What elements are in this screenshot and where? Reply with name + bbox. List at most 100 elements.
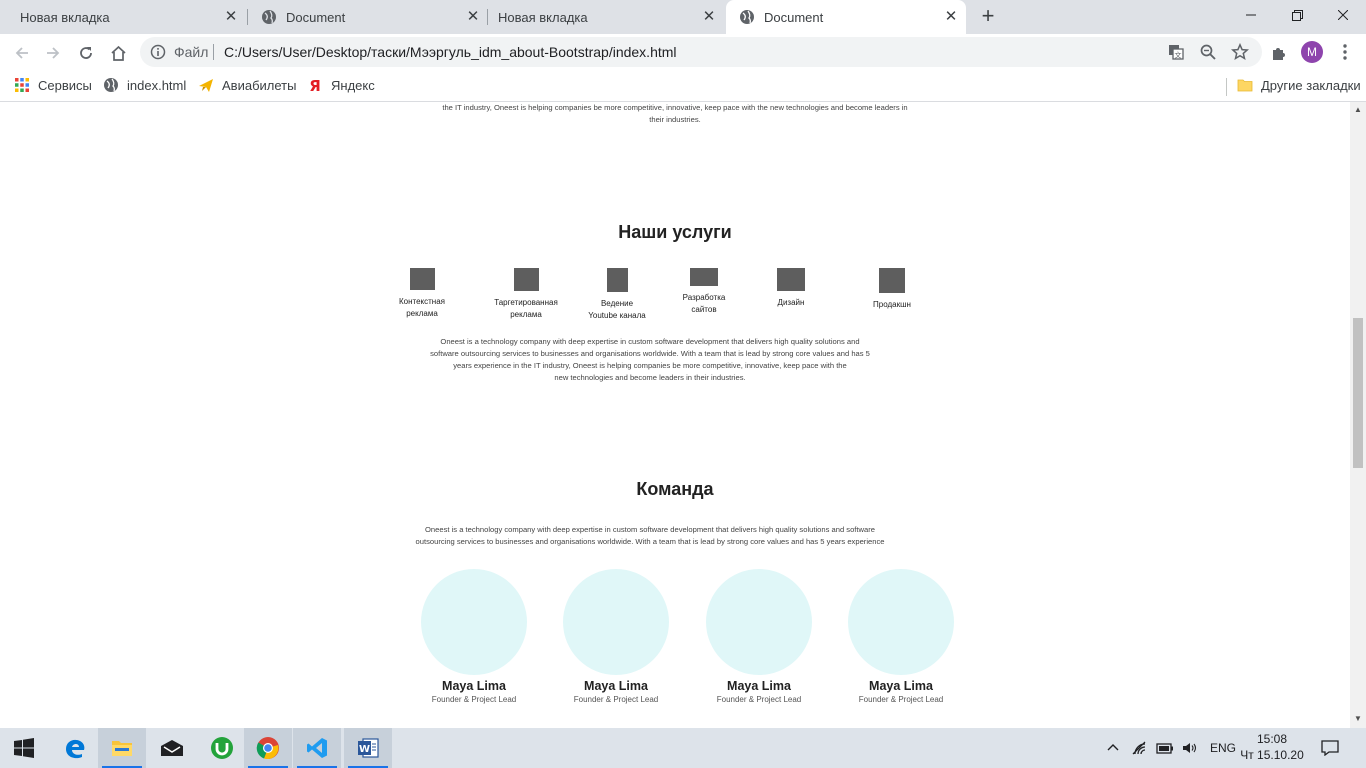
member-photo xyxy=(848,569,954,675)
tab-close-icon[interactable]: ✕ xyxy=(223,9,239,25)
paragraph-line: outsourcing services to businesses and o… xyxy=(415,537,885,546)
member-role: Founder & Project Lead xyxy=(716,695,802,704)
taskbar-vscode[interactable] xyxy=(293,728,341,768)
zoom-icon[interactable] xyxy=(1199,43,1217,61)
member-role: Founder & Project Lead xyxy=(573,695,659,704)
tab-strip: Новая вкладка ✕ Document ✕ Новая вкладка… xyxy=(0,0,1366,34)
globe-icon xyxy=(262,10,276,24)
scrollbar-thumb[interactable] xyxy=(1353,318,1363,468)
restore-button[interactable] xyxy=(1274,0,1320,30)
service-icon xyxy=(777,268,805,291)
chevron-up-icon[interactable] xyxy=(1106,741,1120,755)
scroll-down-icon[interactable]: ▼ xyxy=(1354,715,1362,723)
edge-icon xyxy=(66,739,85,759)
address-bar[interactable]: Файл C:/Users/User/Desktop/таски/Мээргул… xyxy=(140,37,1262,67)
tab-new-tab-1[interactable]: Новая вкладка ✕ xyxy=(0,0,246,34)
tab-document-1[interactable]: Document ✕ xyxy=(248,0,488,34)
action-center-button[interactable] xyxy=(1306,728,1354,768)
team-member-card: Maya Lima Founder & Project Lead xyxy=(689,569,829,704)
menu-kebab-icon[interactable] xyxy=(1335,42,1355,62)
page-scrollbar[interactable]: ▲ ▼ xyxy=(1350,102,1366,728)
taskbar-file-explorer[interactable] xyxy=(98,728,146,768)
paragraph-line: Oneest is a technology company with deep… xyxy=(440,337,860,346)
service-item-youtube[interactable]: Ведение Youtube канала xyxy=(577,268,657,322)
service-item-targeted-ads[interactable]: Таргетированная реклама xyxy=(476,268,576,321)
service-label-line: Youtube канала xyxy=(588,311,646,320)
tab-document-active[interactable]: Document ✕ xyxy=(726,0,966,34)
service-icon xyxy=(513,268,539,291)
clock-time: 15:08 xyxy=(1256,732,1288,746)
other-bookmarks[interactable]: Другие закладки xyxy=(1237,77,1361,93)
start-button[interactable] xyxy=(0,728,48,768)
taskbar-edge[interactable] xyxy=(51,728,99,768)
tab-close-icon[interactable]: ✕ xyxy=(701,9,717,25)
bookmark-services[interactable]: Сервисы xyxy=(14,77,92,93)
bookmark-flights[interactable]: Авиабилеты xyxy=(198,77,296,93)
taskbar-mail[interactable] xyxy=(148,728,196,768)
taskbar-utorrent[interactable] xyxy=(198,728,246,768)
service-label-line: Ведение xyxy=(600,299,634,308)
bookmark-label: Яндекс xyxy=(331,77,375,93)
taskbar-word[interactable]: W xyxy=(344,728,392,768)
windows-taskbar: W ENG 15:08 Чт 15.10.20 xyxy=(0,728,1366,768)
star-icon[interactable] xyxy=(1231,43,1249,61)
service-item-design[interactable]: Дизайн xyxy=(751,268,831,309)
service-item-web-dev[interactable]: Разработка сайтов xyxy=(664,268,744,316)
paragraph-line: software outsourcing services to busines… xyxy=(430,349,870,358)
battery-icon[interactable] xyxy=(1156,742,1174,754)
airplane-icon xyxy=(199,79,213,92)
service-label-line: реклама xyxy=(510,310,542,319)
bookmark-yandex[interactable]: Я Яндекс xyxy=(307,77,375,93)
apps-grid-icon xyxy=(15,78,29,92)
svg-text:Я: Я xyxy=(309,77,321,93)
tab-new-tab-2[interactable]: Новая вкладка ✕ xyxy=(478,0,724,34)
profile-avatar[interactable]: M xyxy=(1301,41,1323,63)
service-label-line: Таргетированная xyxy=(494,298,558,307)
url-text[interactable]: C:/Users/User/Desktop/таски/Мээргуль_idm… xyxy=(224,44,677,60)
svg-text:文: 文 xyxy=(1175,51,1182,60)
taskbar-chrome[interactable] xyxy=(244,728,292,768)
paragraph-line: years experience in the IT industry, One… xyxy=(453,361,847,370)
utorrent-icon xyxy=(211,737,233,759)
info-icon[interactable] xyxy=(150,44,166,60)
language-indicator[interactable]: ENG xyxy=(1210,741,1236,755)
tab-close-icon[interactable]: ✕ xyxy=(943,9,959,25)
translate-icon[interactable]: 文 xyxy=(1167,43,1185,61)
back-button[interactable] xyxy=(8,39,36,67)
forward-button[interactable] xyxy=(39,39,67,67)
page-content: the IT industry, Oneest is helping compa… xyxy=(0,102,1350,728)
yandex-icon: Я xyxy=(309,77,321,93)
minimize-button[interactable] xyxy=(1228,0,1274,30)
vscode-icon xyxy=(307,738,327,758)
close-window-button[interactable] xyxy=(1320,0,1366,30)
service-icon xyxy=(606,268,628,292)
bookmark-index[interactable]: index.html xyxy=(103,77,186,93)
system-clock[interactable]: 15:08 Чт 15.10.20 xyxy=(1236,731,1308,763)
reload-button[interactable] xyxy=(72,39,100,67)
member-role: Founder & Project Lead xyxy=(858,695,944,704)
new-tab-button[interactable]: + xyxy=(976,5,1000,29)
service-icon xyxy=(690,268,718,286)
scroll-up-icon[interactable]: ▲ xyxy=(1354,106,1362,114)
service-item-production[interactable]: Продакшн xyxy=(852,268,932,311)
mail-icon xyxy=(161,740,183,756)
service-item-context-ads[interactable]: Контекстная реклама xyxy=(382,268,462,320)
member-photo xyxy=(421,569,527,675)
system-tray: ENG xyxy=(1106,728,1236,768)
browser-toolbar: Файл C:/Users/User/Desktop/таски/Мээргул… xyxy=(0,34,1366,71)
paragraph-line: their industries. xyxy=(649,115,701,124)
home-button[interactable] xyxy=(104,39,132,67)
tab-title: Document xyxy=(764,9,824,25)
paragraph-line: Oneest is a technology company with deep… xyxy=(425,525,875,534)
volume-icon[interactable] xyxy=(1182,741,1198,755)
chrome-icon xyxy=(256,737,279,760)
service-label-line: сайтов xyxy=(691,305,717,314)
extensions-icon[interactable] xyxy=(1270,42,1290,62)
service-icon xyxy=(409,268,435,290)
network-icon[interactable] xyxy=(1132,741,1148,755)
member-name: Maya Lima xyxy=(442,679,506,693)
tab-title: Document xyxy=(286,9,346,25)
close-icon xyxy=(1338,10,1348,20)
bookmark-label: index.html xyxy=(127,77,187,93)
arrow-right-icon xyxy=(47,47,60,59)
